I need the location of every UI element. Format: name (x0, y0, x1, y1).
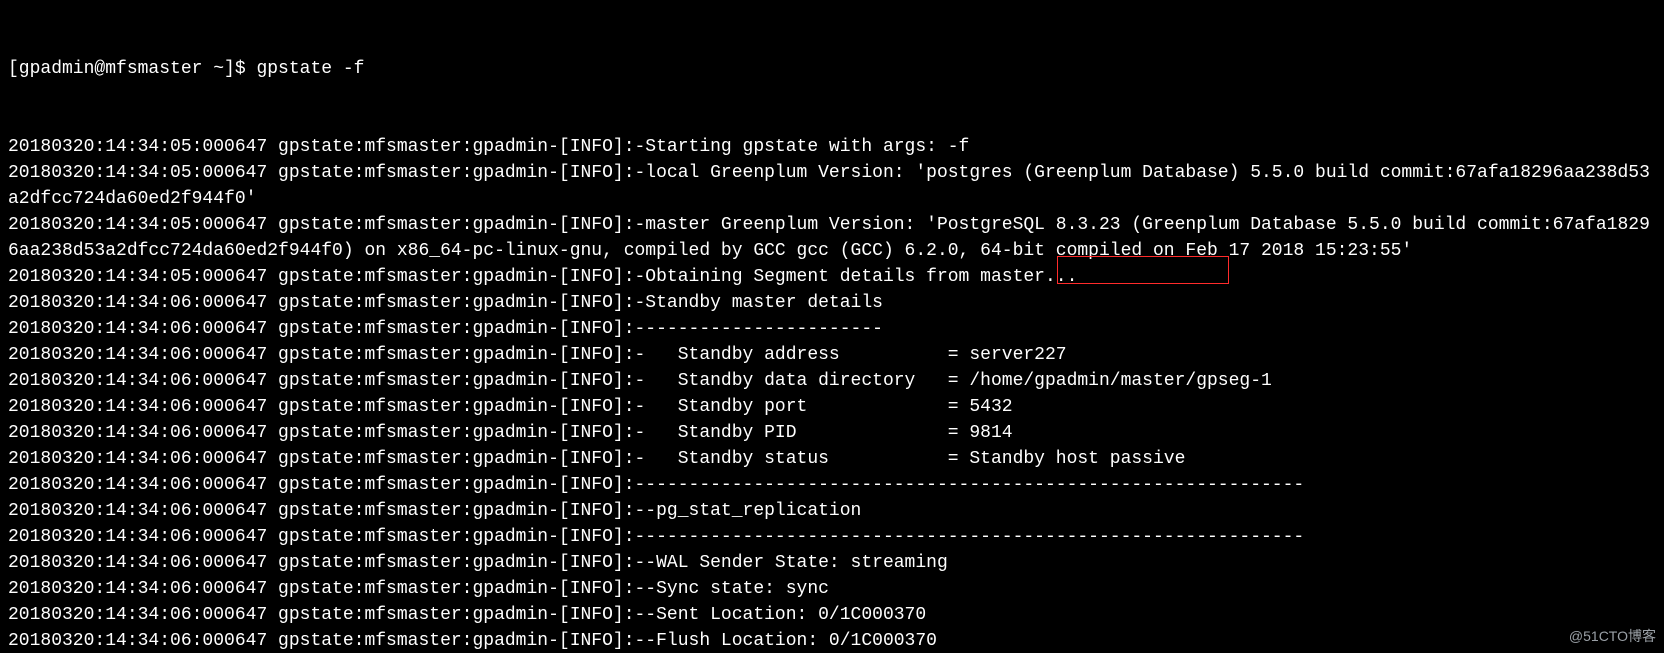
log-line: 20180320:14:34:06:000647 gpstate:mfsmast… (8, 498, 1656, 524)
log-line: 20180320:14:34:05:000647 gpstate:mfsmast… (8, 212, 1656, 238)
log-line: 20180320:14:34:06:000647 gpstate:mfsmast… (8, 368, 1656, 394)
terminal-output: [gpadmin@mfsmaster ~]$ gpstate -f 201803… (0, 0, 1664, 653)
log-line: 20180320:14:34:06:000647 gpstate:mfsmast… (8, 316, 1656, 342)
log-line: 20180320:14:34:06:000647 gpstate:mfsmast… (8, 628, 1656, 653)
log-lines: 20180320:14:34:05:000647 gpstate:mfsmast… (8, 134, 1656, 653)
watermark: @51CTO博客 (1569, 623, 1656, 649)
shell-prompt-line: [gpadmin@mfsmaster ~]$ gpstate -f (8, 56, 1656, 82)
log-line: 20180320:14:34:06:000647 gpstate:mfsmast… (8, 290, 1656, 316)
log-line: a2dfcc724da60ed2f944f0' (8, 186, 1656, 212)
log-line: 20180320:14:34:05:000647 gpstate:mfsmast… (8, 160, 1656, 186)
log-line: 20180320:14:34:06:000647 gpstate:mfsmast… (8, 602, 1656, 628)
log-line: 20180320:14:34:06:000647 gpstate:mfsmast… (8, 420, 1656, 446)
log-line: 20180320:14:34:06:000647 gpstate:mfsmast… (8, 446, 1656, 472)
log-line: 20180320:14:34:05:000647 gpstate:mfsmast… (8, 134, 1656, 160)
log-line: 20180320:14:34:05:000647 gpstate:mfsmast… (8, 264, 1656, 290)
log-line: 20180320:14:34:06:000647 gpstate:mfsmast… (8, 550, 1656, 576)
log-line: 20180320:14:34:06:000647 gpstate:mfsmast… (8, 576, 1656, 602)
log-line: 6aa238d53a2dfcc724da60ed2f944f0) on x86_… (8, 238, 1656, 264)
log-line: 20180320:14:34:06:000647 gpstate:mfsmast… (8, 524, 1656, 550)
log-line: 20180320:14:34:06:000647 gpstate:mfsmast… (8, 472, 1656, 498)
log-line: 20180320:14:34:06:000647 gpstate:mfsmast… (8, 342, 1656, 368)
log-line: 20180320:14:34:06:000647 gpstate:mfsmast… (8, 394, 1656, 420)
